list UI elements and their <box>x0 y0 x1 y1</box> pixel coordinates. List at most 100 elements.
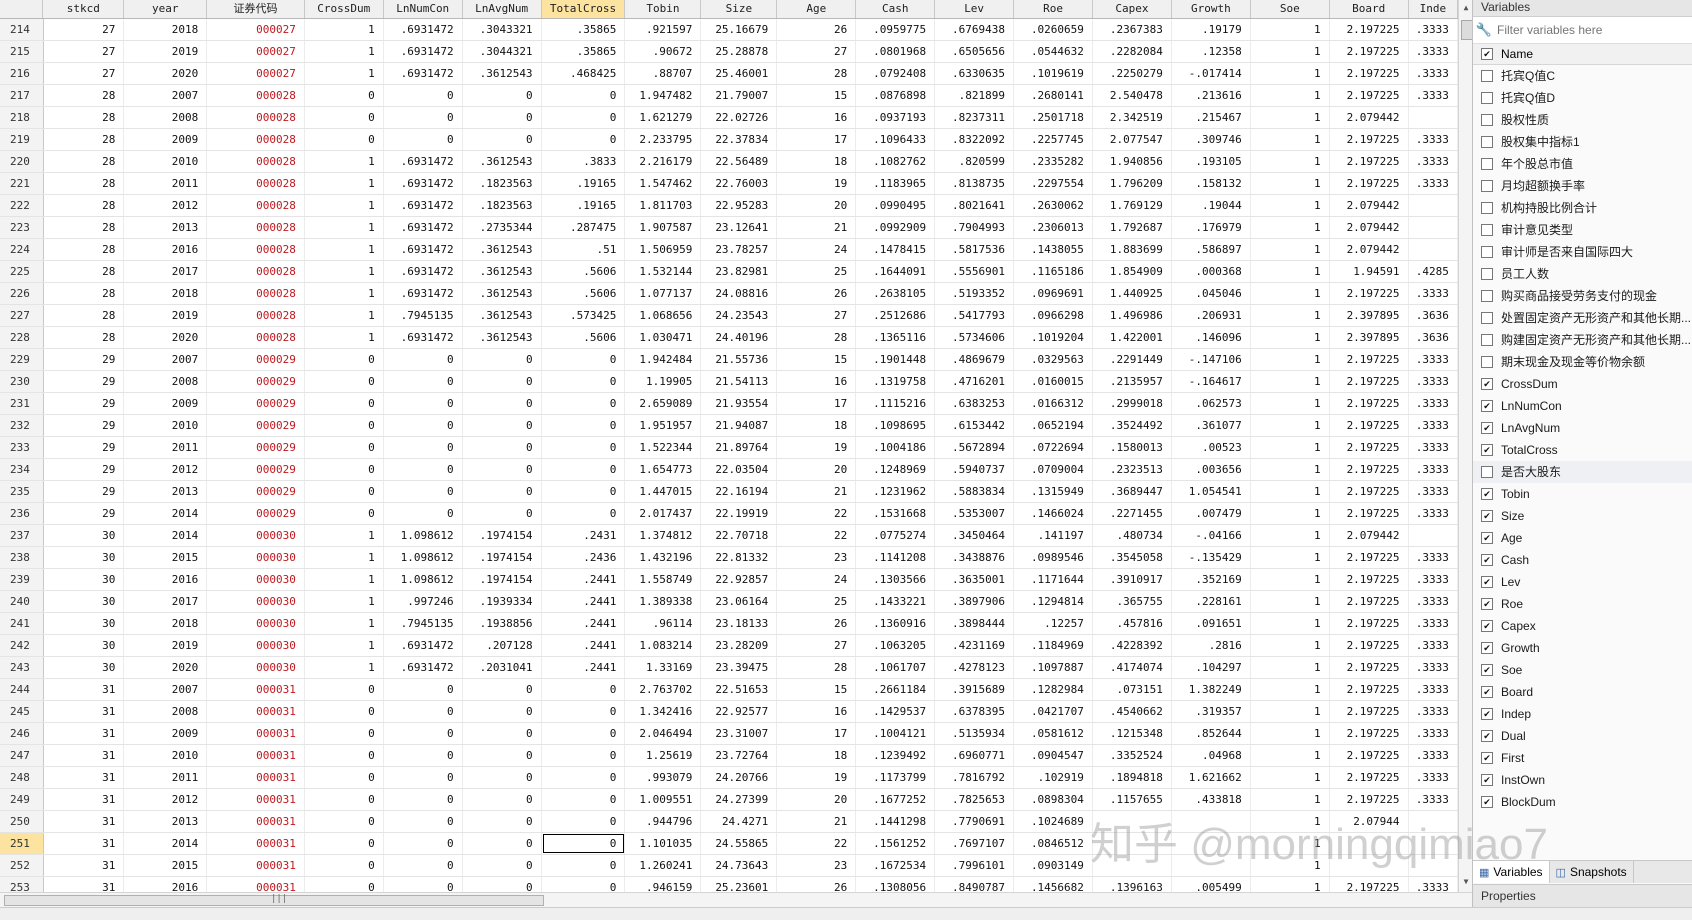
table-cell[interactable]: 17 <box>777 393 857 414</box>
table-cell[interactable]: 0 <box>305 349 384 370</box>
table-cell[interactable]: 0 <box>384 349 463 370</box>
table-cell[interactable]: 000031 <box>207 723 305 744</box>
table-cell[interactable]: .6931472 <box>384 19 463 40</box>
table-cell[interactable]: .1365116 <box>856 327 936 348</box>
table-cell[interactable]: 2.197225 <box>1330 613 1409 634</box>
tab-variables[interactable]: ▦ Variables <box>1473 861 1550 883</box>
table-cell[interactable]: 22.16194 <box>701 481 778 502</box>
table-cell[interactable]: .6330635 <box>935 63 1015 84</box>
table-cell[interactable]: .0937193 <box>856 107 936 128</box>
table-cell[interactable]: 0 <box>463 349 542 370</box>
table-cell[interactable]: 24.20766 <box>701 767 778 788</box>
table-cell[interactable]: .3333 <box>1409 129 1458 150</box>
table-cell[interactable]: 0 <box>305 85 384 106</box>
table-cell[interactable]: .8138735 <box>935 173 1015 194</box>
table-cell[interactable]: .35865 <box>542 41 626 62</box>
table-cell[interactable]: 000028 <box>207 107 305 128</box>
table-cell[interactable]: .2816 <box>1172 635 1251 656</box>
table-cell[interactable]: 0 <box>463 107 542 128</box>
table-cell[interactable]: .993079 <box>625 767 702 788</box>
table-cell[interactable]: .213616 <box>1172 85 1251 106</box>
variable-checkbox[interactable]: ✔ <box>1481 378 1493 390</box>
table-cell[interactable]: .1157655 <box>1093 789 1172 810</box>
table-cell[interactable]: 31 <box>44 701 125 722</box>
table-cell[interactable]: .3333 <box>1409 349 1458 370</box>
table-cell[interactable]: 1 <box>1251 635 1330 656</box>
table-cell[interactable]: -.04166 <box>1172 525 1251 546</box>
table-cell[interactable]: .7825653 <box>935 789 1015 810</box>
table-cell[interactable]: 0 <box>463 679 542 700</box>
table-cell[interactable]: 1.009551 <box>625 789 702 810</box>
table-cell[interactable]: 1.940856 <box>1093 151 1172 172</box>
variable-list-item[interactable]: ✔ CrossDum <box>1473 373 1692 395</box>
table-cell[interactable]: .361077 <box>1172 415 1251 436</box>
table-cell[interactable]: 0 <box>305 107 384 128</box>
table-cell[interactable]: 2009 <box>124 393 208 414</box>
table-cell[interactable]: 28 <box>44 173 125 194</box>
table-cell[interactable]: 1.101035 <box>625 833 702 854</box>
table-cell[interactable]: .6931472 <box>384 63 463 84</box>
table-cell[interactable]: .573425 <box>542 305 626 326</box>
table-cell[interactable] <box>1093 855 1172 876</box>
table-cell[interactable]: .1024689 <box>1014 811 1093 832</box>
table-cell[interactable]: 22.03504 <box>701 459 778 480</box>
table-cell[interactable] <box>1172 855 1251 876</box>
row-number[interactable]: 249 <box>0 789 44 810</box>
table-cell[interactable]: 2.197225 <box>1330 349 1409 370</box>
table-cell[interactable]: .921597 <box>625 19 702 40</box>
table-cell[interactable]: .3636 <box>1409 327 1458 348</box>
variable-checkbox[interactable]: ✔ <box>1481 532 1493 544</box>
table-cell[interactable]: 21.93554 <box>701 393 778 414</box>
table-cell[interactable]: 19 <box>777 437 857 458</box>
table-cell[interactable]: 0 <box>463 789 542 810</box>
table-cell[interactable]: 1 <box>1251 679 1330 700</box>
table-cell[interactable]: 1.496986 <box>1093 305 1172 326</box>
table-cell[interactable]: .365755 <box>1093 591 1172 612</box>
column-header[interactable]: Growth <box>1172 0 1251 18</box>
table-cell[interactable]: 2014 <box>124 525 208 546</box>
table-cell[interactable]: 2017 <box>124 261 208 282</box>
table-cell[interactable]: .2271455 <box>1093 503 1172 524</box>
table-cell[interactable]: 1 <box>1251 393 1330 414</box>
table-cell[interactable]: 2019 <box>124 635 208 656</box>
variable-checkbox[interactable] <box>1481 180 1493 192</box>
table-cell[interactable] <box>1330 855 1409 876</box>
table-cell[interactable]: 1 <box>305 635 384 656</box>
table-cell[interactable]: .4540662 <box>1093 701 1172 722</box>
table-cell[interactable]: 21.54113 <box>701 371 778 392</box>
variable-list-item[interactable]: 购建固定资产无形资产和其他长期... <box>1473 329 1692 351</box>
table-cell[interactable]: .3333 <box>1409 459 1458 480</box>
table-cell[interactable]: 0 <box>305 767 384 788</box>
row-number[interactable]: 219 <box>0 129 44 150</box>
table-cell[interactable]: 1 <box>1251 63 1330 84</box>
table-cell[interactable]: .2501718 <box>1014 107 1093 128</box>
table-cell[interactable]: 1 <box>1251 525 1330 546</box>
table-cell[interactable]: .3333 <box>1409 85 1458 106</box>
table-cell[interactable]: 2007 <box>124 349 208 370</box>
table-cell[interactable]: 2.046494 <box>625 723 702 744</box>
table-cell[interactable]: .3612543 <box>463 327 542 348</box>
variable-list-item[interactable]: 员工人数 <box>1473 263 1692 285</box>
table-cell[interactable]: 0 <box>384 767 463 788</box>
column-header[interactable]: Size <box>701 0 778 18</box>
table-cell[interactable]: .0329563 <box>1014 349 1093 370</box>
table-cell[interactable]: 1 <box>1251 789 1330 810</box>
row-number[interactable]: 222 <box>0 195 44 216</box>
table-cell[interactable]: 1.432196 <box>625 547 702 568</box>
variable-list-item[interactable]: ✔ Board <box>1473 681 1692 703</box>
row-number[interactable]: 227 <box>0 305 44 326</box>
table-cell[interactable]: 1 <box>305 217 384 238</box>
table-cell[interactable]: 0 <box>542 855 626 876</box>
table-cell[interactable]: 1 <box>1251 173 1330 194</box>
table-cell[interactable]: 2.397895 <box>1330 305 1409 326</box>
table-cell[interactable]: .3612543 <box>463 283 542 304</box>
variable-list-item[interactable]: ✔ Soe <box>1473 659 1692 681</box>
table-cell[interactable]: 1 <box>1251 767 1330 788</box>
variable-list-item[interactable]: ✔ LnAvgNum <box>1473 417 1692 439</box>
table-cell[interactable]: 1 <box>305 261 384 282</box>
table-cell[interactable]: 0 <box>463 701 542 722</box>
table-cell[interactable]: 1 <box>1251 349 1330 370</box>
table-cell[interactable]: 2.216179 <box>625 151 702 172</box>
table-cell[interactable]: 1 <box>1251 129 1330 150</box>
table-cell[interactable]: .3333 <box>1409 635 1458 656</box>
